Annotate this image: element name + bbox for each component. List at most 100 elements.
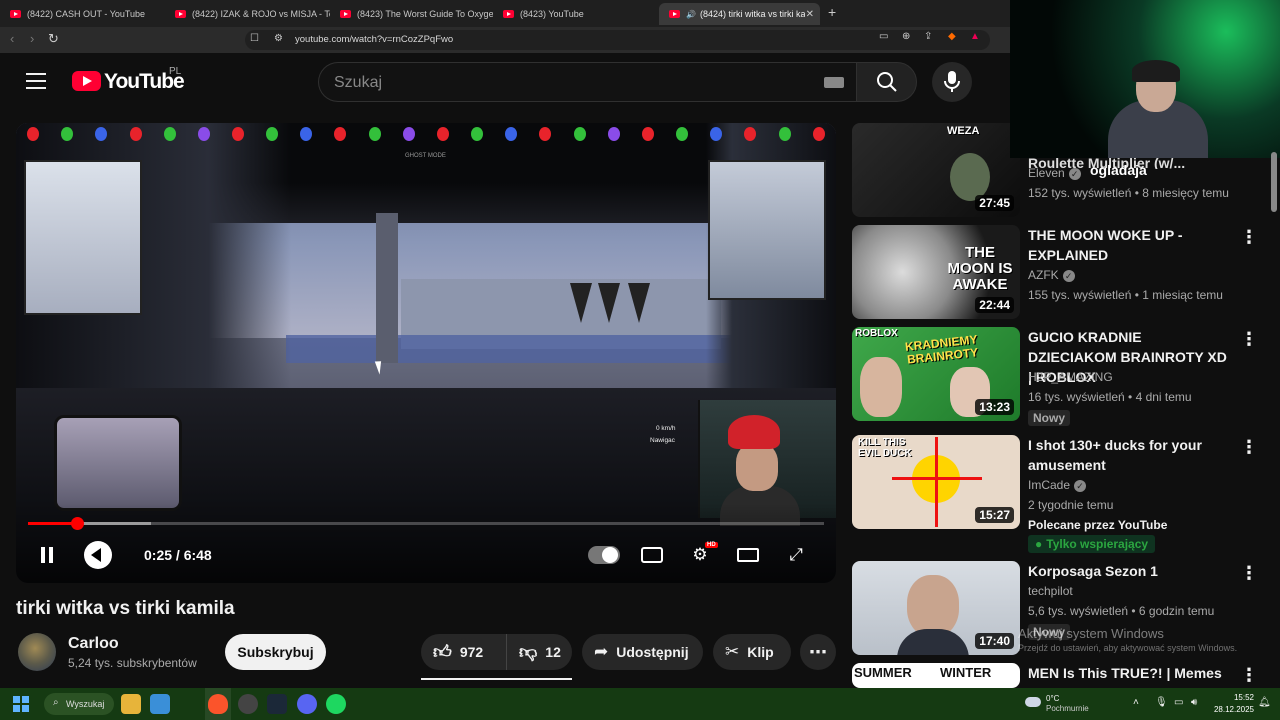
more-vert-icon[interactable]: ⋮ bbox=[1240, 329, 1258, 350]
video-thumbnail[interactable]: ROBLOX KRADNIEMY BRAINROTY 13:23 bbox=[852, 327, 1020, 421]
channel-name[interactable]: techpilot bbox=[1028, 584, 1073, 598]
start-button[interactable] bbox=[13, 696, 29, 712]
browser-tab[interactable]: (8423) The Worst Guide To Oxygen N bbox=[330, 3, 493, 25]
video-title-link[interactable]: MEN Is This TRUE?! | Memes bbox=[1028, 663, 1233, 683]
tray-expand-icon[interactable]: ˄ bbox=[1133, 697, 1139, 708]
microphone-tray-icon[interactable]: 🎙︎ bbox=[1155, 697, 1168, 708]
microphone-icon bbox=[944, 71, 960, 92]
photos-icon[interactable] bbox=[150, 694, 170, 714]
reload-icon[interactable]: ↻ bbox=[48, 31, 59, 47]
more-actions-button[interactable]: ⋯ bbox=[800, 634, 836, 670]
spotify-icon[interactable] bbox=[326, 694, 346, 714]
more-vert-icon[interactable]: ⋮ bbox=[1240, 227, 1258, 248]
new-badge: Nowy bbox=[1028, 410, 1071, 426]
forward-icon[interactable]: › bbox=[30, 31, 34, 46]
channel-name[interactable]: H2P_AMAZING bbox=[1028, 370, 1113, 384]
cast-icon[interactable]: ▭ bbox=[879, 31, 888, 42]
weather-cloud-icon[interactable] bbox=[1025, 697, 1041, 707]
video-title-link[interactable]: Korposaga Sezon 1 bbox=[1028, 561, 1233, 581]
scrollbar-thumb[interactable] bbox=[1271, 152, 1277, 212]
browser-tab-active[interactable]: 🔊 (8424) tirki witka vs tirki kamil ✕ bbox=[659, 3, 820, 25]
recommendation-item[interactable]: SUMMER WINTER MEN Is This TRUE?! | Memes… bbox=[852, 663, 1272, 688]
thumbs-up-icon: 👍︎ bbox=[433, 642, 452, 662]
channel-name[interactable]: ImCade ✓ bbox=[1028, 478, 1087, 492]
discord-icon[interactable] bbox=[297, 694, 317, 714]
dislike-button[interactable]: 👎︎ 12 bbox=[507, 641, 572, 663]
new-tab-button[interactable]: + bbox=[828, 4, 836, 20]
video-stats: 155 tys. wyświetleń • 1 miesiąc temu bbox=[1028, 288, 1223, 302]
video-title: tirki witka vs tirki kamila bbox=[16, 598, 235, 619]
voice-search-button[interactable] bbox=[932, 62, 972, 102]
browser-tab[interactable]: (8423) YouTube bbox=[493, 3, 658, 25]
video-thumbnail[interactable]: WEZA 27:45 bbox=[852, 123, 1020, 217]
video-duration: 17:40 bbox=[975, 633, 1014, 649]
subscribe-button[interactable]: Subskrybuj bbox=[225, 634, 326, 670]
obs-icon[interactable] bbox=[238, 694, 258, 714]
back-icon[interactable]: ‹ bbox=[10, 31, 14, 46]
video-title-link[interactable]: THE MOON WOKE UP - EXPLAINED bbox=[1028, 225, 1233, 265]
share-button[interactable]: ➦ Udostępnij bbox=[582, 634, 703, 670]
video-title-link[interactable]: I shot 130+ ducks for your amusement bbox=[1028, 435, 1233, 475]
clock-time[interactable]: 15:52 bbox=[1214, 693, 1254, 702]
video-thumbnail[interactable]: THE MOON IS AWAKE 22:44 bbox=[852, 225, 1020, 319]
network-icon[interactable]: ▭ bbox=[1174, 697, 1183, 708]
bookmark-icon[interactable]: ☐ bbox=[250, 33, 259, 44]
clock-date[interactable]: 28.12.2025 bbox=[1200, 705, 1254, 714]
like-button[interactable]: 👍︎ 972 bbox=[421, 634, 507, 670]
site-info-icon[interactable]: ⚙ bbox=[274, 33, 283, 44]
more-vert-icon[interactable]: ⋮ bbox=[1240, 563, 1258, 584]
share-arrow-icon: ➦ bbox=[594, 642, 609, 661]
speaker-icon[interactable]: 🔊︎ bbox=[1191, 697, 1197, 708]
channel-name[interactable]: Eleven ✓ bbox=[1028, 166, 1081, 180]
volume-button[interactable] bbox=[84, 541, 112, 569]
autoplay-toggle[interactable] bbox=[588, 546, 620, 564]
video-player[interactable]: GHOST MODE 0 km/h Nawigac 0:25 / 6:48 ⚙ … bbox=[16, 123, 836, 583]
pause-button[interactable] bbox=[32, 540, 62, 570]
windows-activation-subtitle: Przejdź do ustawień, aby aktywować syste… bbox=[1018, 643, 1238, 653]
keyboard-icon[interactable] bbox=[824, 77, 844, 88]
progress-scrubber[interactable] bbox=[70, 517, 84, 530]
notification-icon[interactable]: 🔔︎ bbox=[1258, 697, 1271, 708]
progress-bar[interactable] bbox=[28, 517, 824, 530]
url-text[interactable]: youtube.com/watch?v=rnCozZPqFwo bbox=[295, 34, 453, 45]
theater-mode-button[interactable] bbox=[733, 540, 763, 570]
search-button[interactable] bbox=[856, 62, 917, 102]
like-count: 972 bbox=[459, 644, 484, 660]
video-thumbnail[interactable]: 17:40 bbox=[852, 561, 1020, 655]
christmas-lights bbox=[16, 123, 836, 145]
fullscreen-button[interactable]: ⤢ bbox=[781, 540, 811, 570]
speed-readout: 0 km/h bbox=[656, 425, 676, 432]
page-scrollbar[interactable] bbox=[1271, 150, 1277, 690]
menu-icon[interactable] bbox=[26, 73, 46, 89]
search-input[interactable]: Szukaj bbox=[318, 62, 856, 102]
subtitles-button[interactable] bbox=[637, 540, 667, 570]
zoom-icon[interactable]: ⊕ bbox=[902, 31, 910, 42]
clip-button[interactable]: ✂ Klip bbox=[713, 634, 791, 670]
video-thumbnail[interactable]: SUMMER WINTER bbox=[852, 663, 1020, 688]
close-tab-icon[interactable]: ✕ bbox=[806, 9, 814, 20]
channel-name[interactable]: Carloo bbox=[68, 635, 119, 653]
rewards-icon[interactable]: ▲ bbox=[970, 31, 980, 42]
verified-check-icon: ✓ bbox=[1074, 480, 1087, 492]
browser-tab[interactable]: (8422) IZAK & ROJO vs MISJA - To się bbox=[165, 3, 330, 25]
brave-shield-icon[interactable]: ◆ bbox=[948, 31, 956, 42]
channel-name[interactable]: AZFK ✓ bbox=[1028, 268, 1075, 282]
more-vert-icon[interactable]: ⋮ bbox=[1240, 665, 1258, 686]
weather-temperature[interactable]: 0°C bbox=[1046, 694, 1059, 703]
search-icon: ⌕ bbox=[53, 697, 59, 708]
browser-tab[interactable]: (8422) CASH OUT - YouTube bbox=[0, 3, 165, 25]
channel-avatar[interactable] bbox=[18, 633, 56, 671]
verified-check-icon: ✓ bbox=[1062, 270, 1075, 282]
steam-icon[interactable] bbox=[267, 694, 287, 714]
brave-browser-icon[interactable] bbox=[208, 694, 228, 714]
nav-readout: Nawigac bbox=[650, 437, 675, 444]
youtube-logo-icon[interactable] bbox=[72, 71, 101, 91]
video-duration: 13:23 bbox=[975, 399, 1014, 415]
share-icon[interactable]: ⇪ bbox=[924, 31, 932, 42]
progress-played bbox=[28, 522, 77, 525]
video-thumbnail[interactable]: KILL THIS EVIL DUCK 15:27 bbox=[852, 435, 1020, 529]
weather-condition[interactable]: Pochmurnie bbox=[1046, 704, 1089, 713]
file-explorer-icon[interactable] bbox=[121, 694, 141, 714]
more-vert-icon[interactable]: ⋮ bbox=[1240, 437, 1258, 458]
like-underline bbox=[421, 678, 572, 680]
